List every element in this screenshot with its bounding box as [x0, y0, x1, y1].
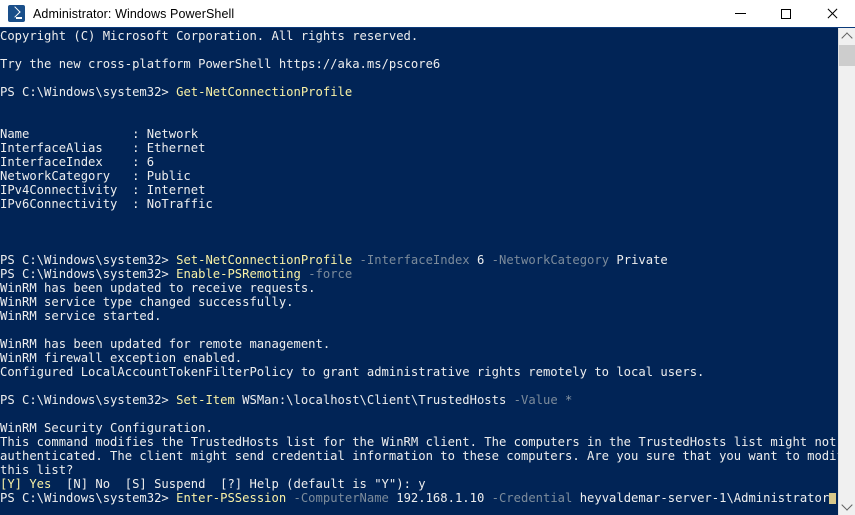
console-line: InterfaceAlias : Ethernet — [0, 141, 206, 155]
title-bar: Administrator: Windows PowerShell — [0, 0, 855, 28]
console-scrollbar[interactable] — [838, 28, 855, 515]
console-line: This command modifies the TrustedHosts l… — [0, 435, 838, 449]
console-line: PS C:\Windows\system32> Enable-PSRemotin… — [0, 267, 353, 281]
chevron-down-icon — [841, 499, 853, 511]
console-line: PS C:\Windows\system32> Enter-PSSession … — [0, 491, 838, 505]
console-line: WinRM firewall exception enabled. — [0, 351, 243, 365]
maximize-icon — [781, 8, 791, 19]
scroll-up-button[interactable] — [839, 28, 855, 45]
console-line: WinRM has been updated for remote manage… — [0, 337, 331, 351]
maximize-button[interactable] — [763, 0, 809, 27]
close-icon — [826, 8, 838, 20]
console-line: Try the new cross-platform PowerShell ht… — [0, 57, 441, 71]
console-line: authenticated. The client might send cre… — [0, 449, 838, 463]
console-line: Name : Network — [0, 127, 199, 141]
console-line: PS C:\Windows\system32> Set-Item WSMan:\… — [0, 393, 573, 407]
console-line: WinRM Security Configuration. — [0, 421, 213, 435]
console-line: PS C:\Windows\system32> Set-NetConnectio… — [0, 253, 668, 267]
console-line: InterfaceIndex : 6 — [0, 155, 155, 169]
chevron-up-icon — [841, 32, 853, 44]
window-title: Administrator: Windows PowerShell — [33, 6, 235, 21]
console-line: this list? — [0, 463, 74, 477]
powershell-window: Administrator: Windows PowerShell Copyri… — [0, 0, 855, 515]
close-button[interactable] — [809, 0, 855, 27]
console-line: WinRM service started. — [0, 309, 162, 323]
minimize-button[interactable] — [717, 0, 763, 27]
minimize-icon — [734, 13, 746, 14]
console-line: PS C:\Windows\system32> Get-NetConnectio… — [0, 85, 353, 99]
console-line: IPv4Connectivity : Internet — [0, 183, 206, 197]
window-controls — [717, 0, 855, 27]
console-line: WinRM service type changed successfully. — [0, 295, 294, 309]
powershell-icon — [8, 5, 25, 22]
confirmation-prompt: [Y] Yes [N] No [S] Suspend [?] Help (def… — [0, 477, 426, 491]
console-line: IPv6Connectivity : NoTraffic — [0, 197, 213, 211]
console-line: Configured LocalAccountTokenFilterPolicy… — [0, 365, 705, 379]
scrollbar-thumb[interactable] — [839, 45, 855, 66]
console-line: WinRM has been updated to receive reques… — [0, 281, 316, 295]
scroll-down-button[interactable] — [839, 498, 855, 515]
text-cursor — [829, 493, 837, 504]
console-line: Copyright (C) Microsoft Corporation. All… — [0, 29, 419, 43]
console-lines: Copyright (C) Microsoft Corporation. All… — [0, 29, 838, 505]
console-line: NetworkCategory : Public — [0, 169, 191, 183]
console-output-area[interactable]: Copyright (C) Microsoft Corporation. All… — [0, 28, 838, 515]
